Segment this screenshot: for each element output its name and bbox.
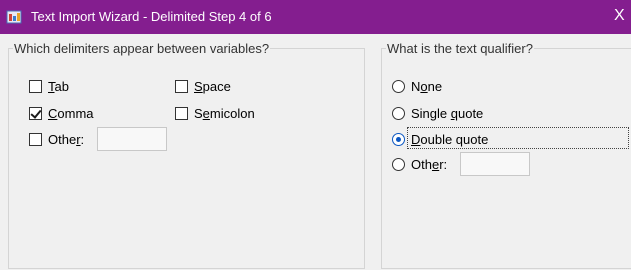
- other-delimiter-checkbox-label: Other:: [48, 132, 85, 147]
- semicolon-checkbox[interactable]: Semicolon: [175, 106, 255, 121]
- qualifier-legend: What is the text qualifier?: [387, 41, 533, 56]
- window-title: Text Import Wizard - Delimited Step 4 of…: [31, 9, 272, 24]
- other-delimiter-checkbox-box[interactable]: [29, 133, 42, 146]
- tab-checkbox[interactable]: Tab: [29, 79, 69, 94]
- semicolon-checkbox-box[interactable]: [175, 107, 188, 120]
- close-icon[interactable]: X: [614, 7, 625, 25]
- tab-checkbox-label: Tab: [48, 79, 69, 94]
- qualifier-single-quote-label: Single quote: [411, 106, 484, 121]
- space-checkbox-box[interactable]: [175, 80, 188, 93]
- qualifier-other-radio-circle[interactable]: [392, 158, 405, 171]
- qualifier-single-quote-radio-circle[interactable]: [392, 107, 405, 120]
- space-checkbox[interactable]: Space: [175, 79, 231, 94]
- qualifier-other-label: Other:: [411, 157, 448, 172]
- delimiters-group: Which delimiters appear between variable…: [8, 41, 365, 269]
- comma-checkbox-label: Comma: [48, 106, 94, 121]
- comma-checkbox-box[interactable]: [29, 107, 42, 120]
- title-bar: Text Import Wizard - Delimited Step 4 of…: [0, 0, 631, 34]
- space-checkbox-label: Space: [194, 79, 231, 94]
- qualifier-other-input[interactable]: [460, 152, 530, 176]
- tab-checkbox-box[interactable]: [29, 80, 42, 93]
- other-delimiter-input[interactable]: [97, 127, 167, 151]
- qualifier-double-quote-label: Double quote: [411, 132, 489, 147]
- other-delimiter-checkbox[interactable]: Other:: [29, 132, 84, 147]
- comma-checkbox[interactable]: Comma: [29, 106, 94, 121]
- qualifier-none-radio[interactable]: None: [392, 79, 442, 94]
- semicolon-checkbox-label: Semicolon: [194, 106, 255, 121]
- delimiters-legend: Which delimiters appear between variable…: [14, 41, 270, 56]
- qualifier-none-radio-circle[interactable]: [392, 80, 405, 93]
- qualifier-other-radio[interactable]: Other:: [392, 157, 447, 172]
- qualifier-double-quote-radio[interactable]: Double quote: [392, 132, 488, 147]
- qualifier-single-quote-radio[interactable]: Single quote: [392, 106, 483, 121]
- qualifier-double-quote-radio-circle[interactable]: [392, 133, 405, 146]
- qualifier-none-label: None: [411, 79, 443, 94]
- app-icon: [6, 10, 22, 24]
